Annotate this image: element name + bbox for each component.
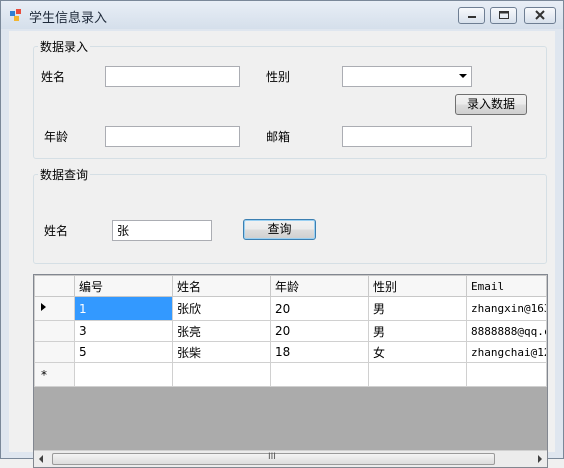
cell-id[interactable]: 3 xyxy=(74,320,173,342)
entry-email-label: 邮箱 xyxy=(266,130,291,144)
table-row[interactable]: 3 张亮 20 男 8888888@qq.com xyxy=(34,320,547,342)
new-row[interactable]: * xyxy=(34,362,547,387)
cell-age[interactable]: 18 xyxy=(270,341,369,363)
row-header[interactable] xyxy=(34,341,75,363)
entry-email-input[interactable] xyxy=(342,126,472,147)
window-title: 学生信息录入 xyxy=(29,11,108,26)
column-header-name[interactable]: 姓名 xyxy=(172,275,271,297)
minimize-button[interactable] xyxy=(458,7,485,24)
column-header-email[interactable]: Email xyxy=(466,275,547,297)
close-button[interactable] xyxy=(524,7,556,24)
cell-id[interactable]: 5 xyxy=(74,341,173,363)
cell-name[interactable]: 张亮 xyxy=(172,320,271,342)
app-icon xyxy=(10,9,21,21)
cell-id[interactable]: 1 xyxy=(74,296,173,321)
table-row[interactable]: 1 张欣 20 男 zhangxin@163.com xyxy=(34,296,547,321)
minimize-icon xyxy=(468,16,476,18)
grid-table: 编号 姓名 年龄 性别 Email 1 张欣 20 男 zhangxin@16 … xyxy=(34,275,547,387)
cell-gender[interactable]: 男 xyxy=(368,296,467,321)
submit-entry-button[interactable]: 录入数据 xyxy=(455,94,527,115)
current-row-arrow-icon xyxy=(41,303,46,311)
svg-text:*: * xyxy=(41,368,47,382)
cell-name[interactable]: 张欣 xyxy=(172,296,271,321)
main-window: 学生信息录入 数据录入 姓名 性别 录入数据 年龄 邮箱 数据查询 姓名 张 查… xyxy=(0,0,564,468)
new-cell[interactable] xyxy=(172,362,271,387)
scroll-left-icon[interactable] xyxy=(37,455,45,463)
cell-name[interactable]: 张柴 xyxy=(172,341,271,363)
new-cell[interactable] xyxy=(74,362,173,387)
table-row[interactable]: 5 张柴 18 女 zhangchai@126.com xyxy=(34,341,547,363)
new-cell[interactable] xyxy=(270,362,369,387)
query-button[interactable]: 查询 xyxy=(243,219,316,240)
cell-age[interactable]: 20 xyxy=(270,320,369,342)
grid-header-row: 编号 姓名 年龄 性别 Email xyxy=(34,275,547,297)
row-header[interactable] xyxy=(34,320,75,342)
new-cell[interactable] xyxy=(466,362,547,387)
column-header-age[interactable]: 年龄 xyxy=(270,275,369,297)
form-client-area: 数据录入 姓名 性别 录入数据 年龄 邮箱 数据查询 姓名 查询 编号 姓名 xyxy=(9,31,555,468)
column-header-gender[interactable]: 性别 xyxy=(368,275,467,297)
entry-gender-select[interactable] xyxy=(342,66,472,87)
entry-name-label: 姓名 xyxy=(41,70,66,84)
entry-name-input[interactable] xyxy=(105,66,240,87)
scroll-thumb[interactable]: III xyxy=(52,452,495,465)
cell-email[interactable]: zhangchai@126.com xyxy=(466,341,547,363)
new-row-header[interactable]: * xyxy=(34,362,75,387)
title-bar[interactable]: 学生信息录入 xyxy=(1,1,563,29)
close-icon xyxy=(535,10,545,20)
entry-age-input[interactable] xyxy=(105,126,240,147)
new-cell[interactable] xyxy=(368,362,467,387)
grid-corner-header xyxy=(34,275,75,297)
entry-group-title: 数据录入 xyxy=(38,38,91,55)
student-data-grid[interactable]: 编号 姓名 年龄 性别 Email 1 张欣 20 男 zhangxin@16 … xyxy=(33,274,548,468)
new-row-asterisk-icon: * xyxy=(41,368,47,382)
cell-email[interactable]: 8888888@qq.com xyxy=(466,320,547,342)
cell-age[interactable]: 20 xyxy=(270,296,369,321)
column-header-id[interactable]: 编号 xyxy=(74,275,173,297)
entry-age-label: 年龄 xyxy=(44,130,69,144)
scroll-right-icon[interactable] xyxy=(536,455,544,463)
cell-gender[interactable]: 女 xyxy=(368,341,467,363)
query-group-title: 数据查询 xyxy=(38,166,91,183)
chevron-down-icon xyxy=(459,74,467,78)
cell-email[interactable]: zhangxin@163.com xyxy=(466,296,547,321)
row-header[interactable] xyxy=(34,296,75,321)
entry-gender-label: 性别 xyxy=(266,70,291,84)
maximize-icon xyxy=(499,11,509,19)
query-name-input[interactable] xyxy=(112,220,212,241)
maximize-button[interactable] xyxy=(490,7,517,24)
scroll-grip: III xyxy=(268,452,276,462)
query-name-label: 姓名 xyxy=(44,224,69,238)
cell-gender[interactable]: 男 xyxy=(368,320,467,342)
